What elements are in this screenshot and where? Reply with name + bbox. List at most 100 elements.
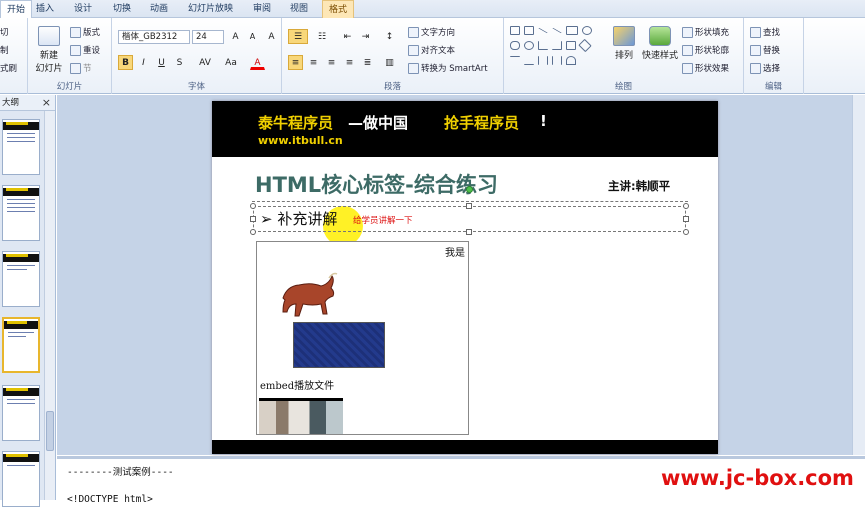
replace-label: 替换	[763, 46, 781, 56]
tab-view[interactable]: 视图	[284, 0, 314, 18]
quick-styles-button[interactable]: 快速样式	[642, 26, 678, 61]
shadow-button[interactable]: S	[172, 55, 187, 70]
diamond-shape-icon[interactable]	[578, 38, 592, 53]
resize-handle[interactable]	[250, 203, 256, 209]
elbow-shape-icon[interactable]	[552, 41, 562, 50]
increase-indent-button[interactable]: ⇥	[358, 29, 373, 44]
align-right-icon: ≡	[327, 58, 336, 68]
circle-shape-icon[interactable]	[524, 41, 534, 50]
underline-button[interactable]: U	[154, 55, 169, 70]
bullet-text[interactable]: ➢ 补充讲解	[260, 208, 337, 229]
shape-outline-button[interactable]: 形状轮廓	[682, 44, 729, 56]
tab-transitions[interactable]: 切换	[107, 0, 137, 18]
resize-handle[interactable]	[250, 229, 256, 235]
blue-image	[293, 322, 385, 368]
arrange-button[interactable]: 排列	[610, 26, 638, 61]
triangle-shape-icon[interactable]	[510, 56, 520, 65]
align-left-button[interactable]: ≡	[288, 55, 303, 70]
replace-button[interactable]: 替换	[750, 44, 780, 56]
bracket-shape-icon[interactable]	[552, 56, 562, 65]
right-arrow-shape-icon[interactable]	[566, 41, 576, 50]
arrow-line-shape-icon[interactable]	[552, 27, 562, 34]
select-button[interactable]: 选择	[750, 62, 780, 74]
align-text-button[interactable]: 对齐文本	[408, 44, 455, 56]
tab-insert[interactable]: 插入	[30, 0, 60, 18]
textbox-shape-icon[interactable]	[524, 26, 534, 35]
columns-button[interactable]: ▥	[382, 55, 397, 70]
justify-button[interactable]: ≡	[342, 55, 357, 70]
slide-thumbnail[interactable]	[2, 451, 40, 507]
slide-thumbnail-selected[interactable]	[2, 317, 40, 373]
shape-effects-button[interactable]: 形状效果	[682, 62, 729, 74]
resize-handle[interactable]	[466, 229, 472, 235]
rotate-handle[interactable]	[466, 186, 473, 193]
smartart-button[interactable]: 转换为 SmartArt	[408, 62, 488, 74]
change-case-button[interactable]: Aa	[220, 55, 242, 70]
distribute-button[interactable]: ≣	[360, 55, 375, 70]
text-direction-button[interactable]: 文字方向	[408, 26, 455, 38]
panel-scrollbar[interactable]	[44, 111, 55, 500]
slide-thumbnail[interactable]	[2, 385, 40, 441]
align-right-button[interactable]: ≡	[324, 55, 339, 70]
shapes-gallery[interactable]	[510, 26, 606, 74]
new-slide-icon	[38, 26, 60, 46]
rect2-shape-icon[interactable]	[566, 26, 578, 35]
resize-handle[interactable]	[466, 203, 472, 209]
bullets-button[interactable]: ☰	[288, 29, 308, 44]
resize-handle[interactable]	[250, 216, 256, 222]
paint-bucket-icon	[682, 26, 693, 38]
bold-button[interactable]: B	[118, 55, 133, 70]
find-button[interactable]: 查找	[750, 26, 780, 38]
rounded-rect-shape-icon[interactable]	[510, 41, 520, 50]
copy-button[interactable]: 制	[0, 44, 9, 56]
font-group: 楷体_GB2312 24 A A A B I U S AV Aa A 字体	[112, 18, 282, 94]
slide-canvas[interactable]: 泰牛程序员 —做中国 抢手程序员 ! www.itbull.cn HTML核心标…	[212, 101, 718, 454]
reset-button[interactable]: 重设	[70, 44, 100, 56]
resize-handle[interactable]	[683, 229, 689, 235]
layout-button[interactable]: 版式	[70, 26, 100, 38]
lecturer-text[interactable]: 主讲:韩顺平	[608, 178, 670, 194]
shrink-font-button[interactable]: A	[245, 29, 260, 44]
shape-fill-button[interactable]: 形状填充	[682, 26, 729, 38]
new-slide-button[interactable]: 新建 幻灯片	[32, 26, 66, 74]
brace-shape-icon[interactable]	[538, 56, 548, 65]
find-label: 查找	[763, 28, 781, 38]
tab-animations[interactable]: 动画	[144, 0, 174, 18]
font-color-button[interactable]: A	[250, 55, 265, 70]
grow-font-button[interactable]: A	[228, 29, 243, 44]
font-group-label: 字体	[187, 82, 205, 92]
star-shape-icon[interactable]	[566, 56, 576, 65]
scrollbar-thumb[interactable]	[46, 411, 54, 451]
char-spacing-button[interactable]: AV	[194, 55, 216, 70]
slide-title[interactable]: HTML核心标签-综合练习	[255, 169, 498, 199]
tab-design[interactable]: 设计	[68, 0, 98, 18]
resize-handle[interactable]	[683, 203, 689, 209]
editor-scrollbar[interactable]	[852, 95, 865, 455]
cut-button[interactable]: 切	[0, 26, 9, 38]
clear-format-button[interactable]: A	[264, 29, 279, 44]
tab-review[interactable]: 审阅	[247, 0, 277, 18]
curve-shape-icon[interactable]	[524, 56, 534, 65]
resize-handle[interactable]	[683, 216, 689, 222]
format-painter-button[interactable]: 式刷	[0, 62, 17, 74]
slide-thumbnail[interactable]	[2, 119, 40, 175]
tab-home[interactable]: 开始	[0, 0, 33, 19]
connector-shape-icon[interactable]	[538, 41, 548, 50]
oval-shape-icon[interactable]	[582, 26, 592, 35]
align-center-button[interactable]: ≡	[306, 55, 321, 70]
outline-tab[interactable]: 大纲 ×	[0, 95, 55, 111]
tab-format[interactable]: 格式	[322, 0, 355, 18]
slide-thumbnail[interactable]	[2, 185, 40, 241]
rectangle-shape-icon[interactable]	[510, 26, 520, 35]
font-family-select[interactable]: 楷体_GB2312	[118, 30, 190, 44]
line-spacing-button[interactable]: ↕	[382, 29, 397, 44]
tab-slideshow[interactable]: 幻灯片放映	[182, 0, 239, 18]
decrease-indent-button[interactable]: ⇤	[340, 29, 355, 44]
font-size-select[interactable]: 24	[192, 30, 224, 44]
line-shape-icon[interactable]	[538, 27, 548, 34]
section-button[interactable]: 节	[70, 62, 92, 74]
close-icon[interactable]: ×	[42, 95, 51, 111]
slide-thumbnail[interactable]	[2, 251, 40, 307]
italic-button[interactable]: I	[136, 55, 151, 70]
numbering-button[interactable]: ☷	[312, 29, 332, 44]
